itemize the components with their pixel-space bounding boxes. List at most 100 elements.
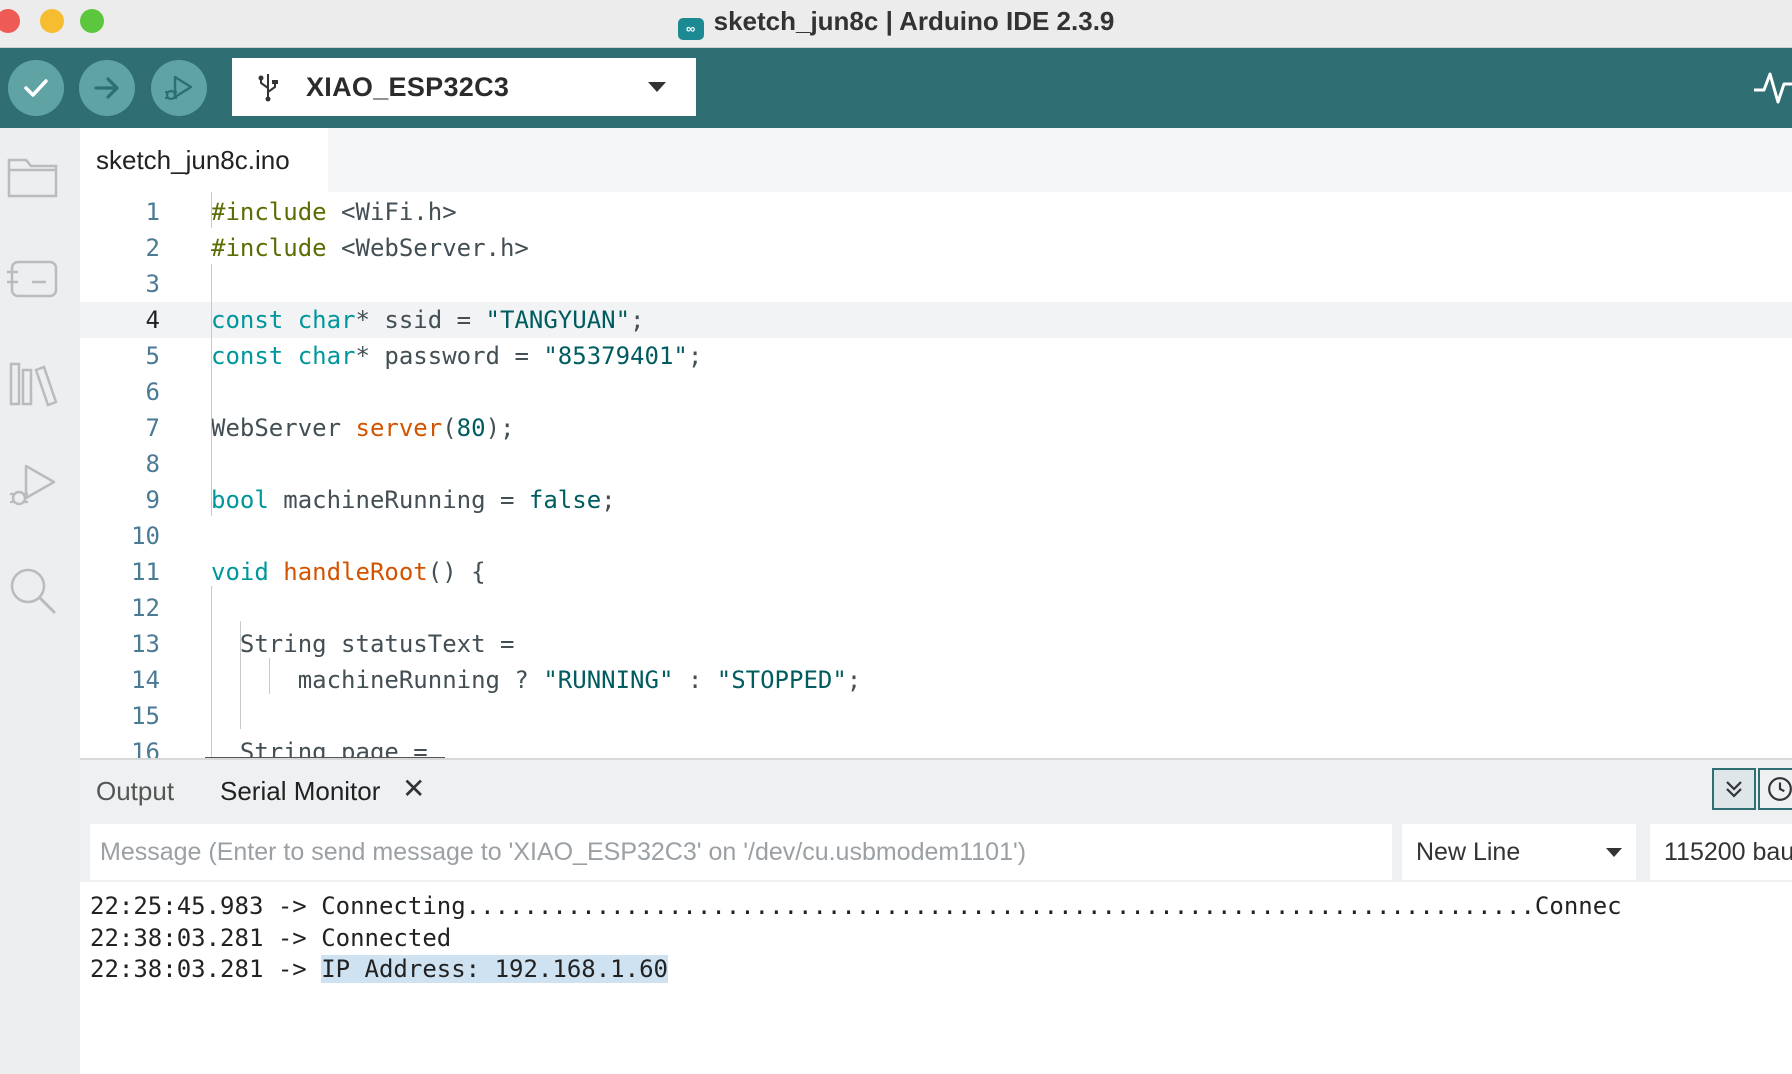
code-token: server — [355, 414, 443, 442]
code-token: <WiFi.h> — [326, 198, 457, 226]
timestamp-button[interactable] — [1758, 768, 1792, 810]
code-line[interactable]: 8 — [80, 446, 1792, 482]
code-line[interactable]: 13 String statusText = — [80, 626, 1792, 662]
code-token: machineRunning = — [268, 486, 529, 514]
code-token: const — [211, 306, 284, 334]
library-icon — [9, 362, 58, 407]
tab-output[interactable]: Output — [96, 776, 174, 807]
upload-button[interactable] — [79, 60, 135, 116]
sketchbook-button[interactable] — [4, 148, 60, 204]
serial-input-bar: New Line 115200 bau — [80, 824, 1792, 882]
code-token: "RUNNING" — [543, 666, 674, 694]
line-number: 1 — [145, 198, 160, 226]
chevron-down-icon — [648, 82, 666, 92]
tab-serial-monitor[interactable]: Serial Monitor — [220, 776, 380, 807]
code-line[interactable]: 15 — [80, 698, 1792, 734]
line-ending-select[interactable]: New Line — [1402, 824, 1636, 880]
boards-manager-button[interactable] — [4, 250, 60, 306]
serial-text: Connecting..............................… — [321, 892, 1622, 920]
verify-button[interactable] — [8, 60, 64, 116]
double-chevron-down-icon — [1726, 781, 1742, 798]
code-text: const char* ssid = "TANGYUAN"; — [211, 302, 645, 338]
code-text: machineRunning ? "RUNNING" : "STOPPED"; — [211, 662, 862, 698]
code-token: String statusText = — [211, 630, 515, 658]
serial-output[interactable]: 22:25:45.983 -> Connecting..............… — [80, 882, 1792, 1074]
code-text: bool machineRunning = false; — [211, 482, 616, 518]
code-editor[interactable]: 16 String page = 15 14 machineRunning ? "R… — [80, 192, 1792, 758]
line-number: 5 — [145, 342, 160, 370]
serial-timestamp: 22:38:03.281 -> — [90, 955, 322, 983]
code-line[interactable]: 4 const char* ssid = "TANGYUAN"; — [80, 302, 1792, 338]
title-bar: ∞ sketch_jun8c | Arduino IDE 2.3.9 — [0, 0, 1792, 48]
autoscroll-button[interactable] — [1712, 768, 1756, 810]
code-line[interactable]: 14 machineRunning ? "RUNNING" : "STOPPED… — [80, 662, 1792, 698]
line-number: 3 — [145, 270, 160, 298]
debug-play-icon — [165, 75, 193, 101]
code-line[interactable]: 12 — [80, 590, 1792, 626]
library-manager-button[interactable] — [4, 354, 60, 410]
code-line[interactable]: 10 — [80, 518, 1792, 554]
line-number: 8 — [145, 450, 160, 478]
code-token: "STOPPED" — [716, 666, 847, 694]
code-token: ( — [442, 414, 457, 442]
debugger-button[interactable] — [4, 458, 60, 514]
line-number: 12 — [131, 594, 160, 622]
tab-sketch-file[interactable]: sketch_jun8c.ino — [80, 128, 328, 192]
chevron-down-icon — [1606, 848, 1622, 857]
code-token: * ssid = — [355, 306, 486, 334]
serial-text: IP Address: 192.168.1.60 — [321, 955, 668, 983]
code-token: ; — [687, 342, 703, 370]
line-number: 9 — [145, 486, 160, 514]
serial-timestamp: 22:38:03.281 -> — [90, 923, 322, 952]
serial-line: 22:38:03.281 -> IP Address: 192.168.1.60 — [90, 951, 668, 987]
close-icon[interactable]: ✕ — [402, 772, 425, 805]
code-line[interactable]: 6 — [80, 374, 1792, 410]
code-token: ; — [846, 666, 862, 694]
code-token: WebServer — [211, 414, 356, 442]
code-token: 80 — [456, 414, 486, 442]
code-line[interactable]: 3 — [80, 266, 1792, 302]
line-number: 15 — [131, 702, 160, 730]
code-token: void — [211, 558, 269, 586]
code-text: const char* password = "85379401"; — [211, 338, 702, 374]
code-line[interactable]: 1 #include <WiFi.h> — [80, 194, 1792, 230]
window-title-area: ∞ sketch_jun8c | Arduino IDE 2.3.9 — [0, 6, 1792, 40]
code-token: "TANGYUAN" — [485, 306, 631, 334]
code-token: * password = — [355, 342, 544, 370]
board-selector[interactable]: XIAO_ESP32C3 — [232, 58, 696, 116]
search-icon — [10, 568, 56, 614]
fold-guide — [211, 264, 212, 516]
serial-text: Connected — [321, 923, 452, 952]
window-title: sketch_jun8c | Arduino IDE 2.3.9 — [713, 6, 1115, 36]
line-number: 7 — [145, 414, 160, 442]
panel-header: Output Serial Monitor ✕ — [80, 760, 1792, 824]
fold-guide — [211, 192, 212, 228]
activity-sidebar — [0, 128, 80, 1074]
folder-icon — [7, 158, 58, 198]
code-token: #include — [211, 234, 327, 262]
baud-rate-select[interactable]: 115200 bau — [1650, 824, 1792, 880]
clock-icon — [1768, 777, 1792, 801]
code-text: #include <WebServer.h> — [211, 230, 529, 266]
code-line[interactable]: 7 WebServer server(80); — [80, 410, 1792, 446]
serial-timestamp: 22:25:45.983 -> — [90, 892, 322, 920]
serial-message-input[interactable] — [90, 824, 1392, 880]
code-token: ; — [630, 306, 645, 334]
code-token: false — [528, 486, 602, 514]
code-token: handleRoot — [283, 558, 428, 586]
code-token: String page = — [211, 738, 428, 758]
debug-button[interactable] — [151, 60, 207, 116]
code-token: ; — [601, 486, 616, 514]
search-button[interactable] — [4, 562, 60, 618]
code-line[interactable]: 11 void handleRoot() { — [80, 554, 1792, 590]
code-line[interactable]: 2 #include <WebServer.h> — [80, 230, 1792, 266]
line-number: 11 — [131, 558, 160, 586]
pulse-icon[interactable] — [1752, 64, 1792, 110]
fold-guide — [269, 658, 270, 694]
code-line[interactable]: 16 String page = — [80, 734, 1792, 758]
code-line[interactable]: 9 bool machineRunning = false; — [80, 482, 1792, 518]
line-number: 4 — [145, 306, 160, 334]
code-line[interactable]: 5 const char* password = "85379401"; — [80, 338, 1792, 374]
